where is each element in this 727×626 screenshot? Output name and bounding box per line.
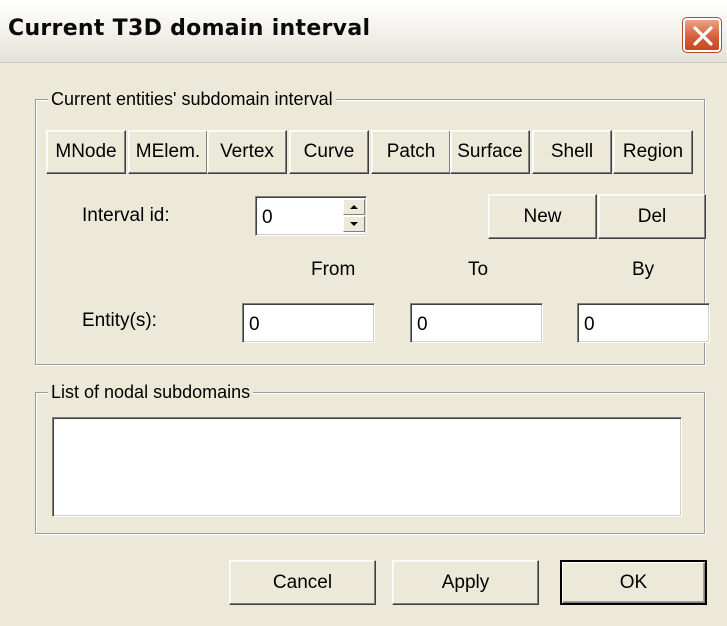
region-button[interactable]: Region	[613, 130, 693, 174]
apply-button[interactable]: Apply	[392, 560, 539, 605]
nodal-subdomains-list[interactable]	[52, 417, 682, 517]
del-button[interactable]: Del	[598, 194, 706, 239]
close-icon	[693, 26, 713, 46]
to-header: To	[468, 259, 489, 280]
close-button[interactable]	[682, 17, 722, 53]
surface-button[interactable]: Surface	[450, 130, 530, 174]
subdomain-interval-legend: Current entities' subdomain interval	[48, 88, 336, 110]
spin-up-button[interactable]	[343, 199, 365, 215]
cancel-button[interactable]: Cancel	[229, 560, 376, 605]
interval-id-spinner	[343, 199, 365, 233]
shell-button[interactable]: Shell	[532, 130, 612, 174]
from-header: From	[311, 259, 356, 280]
curve-button[interactable]: Curve	[289, 130, 369, 174]
melem-button[interactable]: MElem.	[128, 130, 208, 174]
spin-up-icon	[350, 205, 358, 209]
spin-down-icon	[350, 222, 358, 226]
from-input[interactable]	[242, 303, 375, 343]
by-input[interactable]	[577, 303, 710, 343]
window-title: Current T3D domain interval	[8, 16, 371, 41]
by-header: By	[632, 259, 655, 280]
title-bar[interactable]: Current T3D domain interval	[0, 0, 727, 63]
spin-down-button[interactable]	[343, 216, 365, 232]
nodal-subdomains-legend: List of nodal subdomains	[48, 381, 254, 403]
mnode-button[interactable]: MNode	[46, 130, 126, 174]
patch-button[interactable]: Patch	[371, 130, 451, 174]
entities-label: Entity(s):	[82, 310, 157, 331]
new-button[interactable]: New	[488, 194, 597, 239]
vertex-button[interactable]: Vertex	[207, 130, 287, 174]
interval-id-label: Interval id:	[82, 205, 170, 226]
to-input[interactable]	[410, 303, 543, 343]
ok-button[interactable]: OK	[560, 560, 707, 605]
